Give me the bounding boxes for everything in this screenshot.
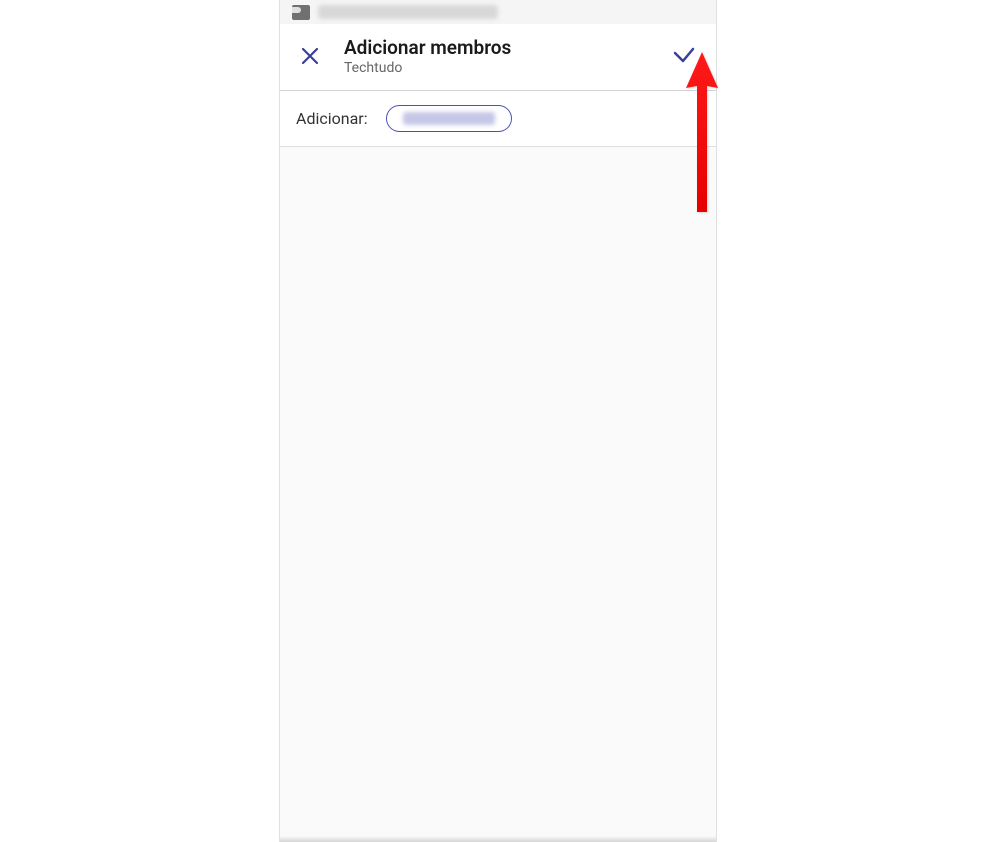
phone-screen: Adicionar membros Techtudo Adicionar: [279, 0, 717, 842]
close-icon [300, 46, 320, 66]
checkmark-icon [671, 43, 697, 69]
confirm-button[interactable] [668, 40, 700, 72]
header: Adicionar membros Techtudo [280, 24, 716, 91]
close-button[interactable] [296, 42, 324, 70]
page-title: Adicionar membros [344, 36, 668, 59]
add-label: Adicionar: [296, 109, 368, 128]
image-icon [292, 5, 310, 20]
bottom-shadow [280, 836, 716, 842]
add-members-row: Adicionar: [280, 91, 716, 147]
header-titles: Adicionar membros Techtudo [344, 36, 668, 76]
page-subtitle: Techtudo [344, 60, 668, 76]
member-chip[interactable] [386, 105, 512, 132]
member-chip-text-blurred [403, 112, 495, 125]
notification-bar [280, 0, 716, 24]
notification-text-blurred [318, 5, 498, 19]
